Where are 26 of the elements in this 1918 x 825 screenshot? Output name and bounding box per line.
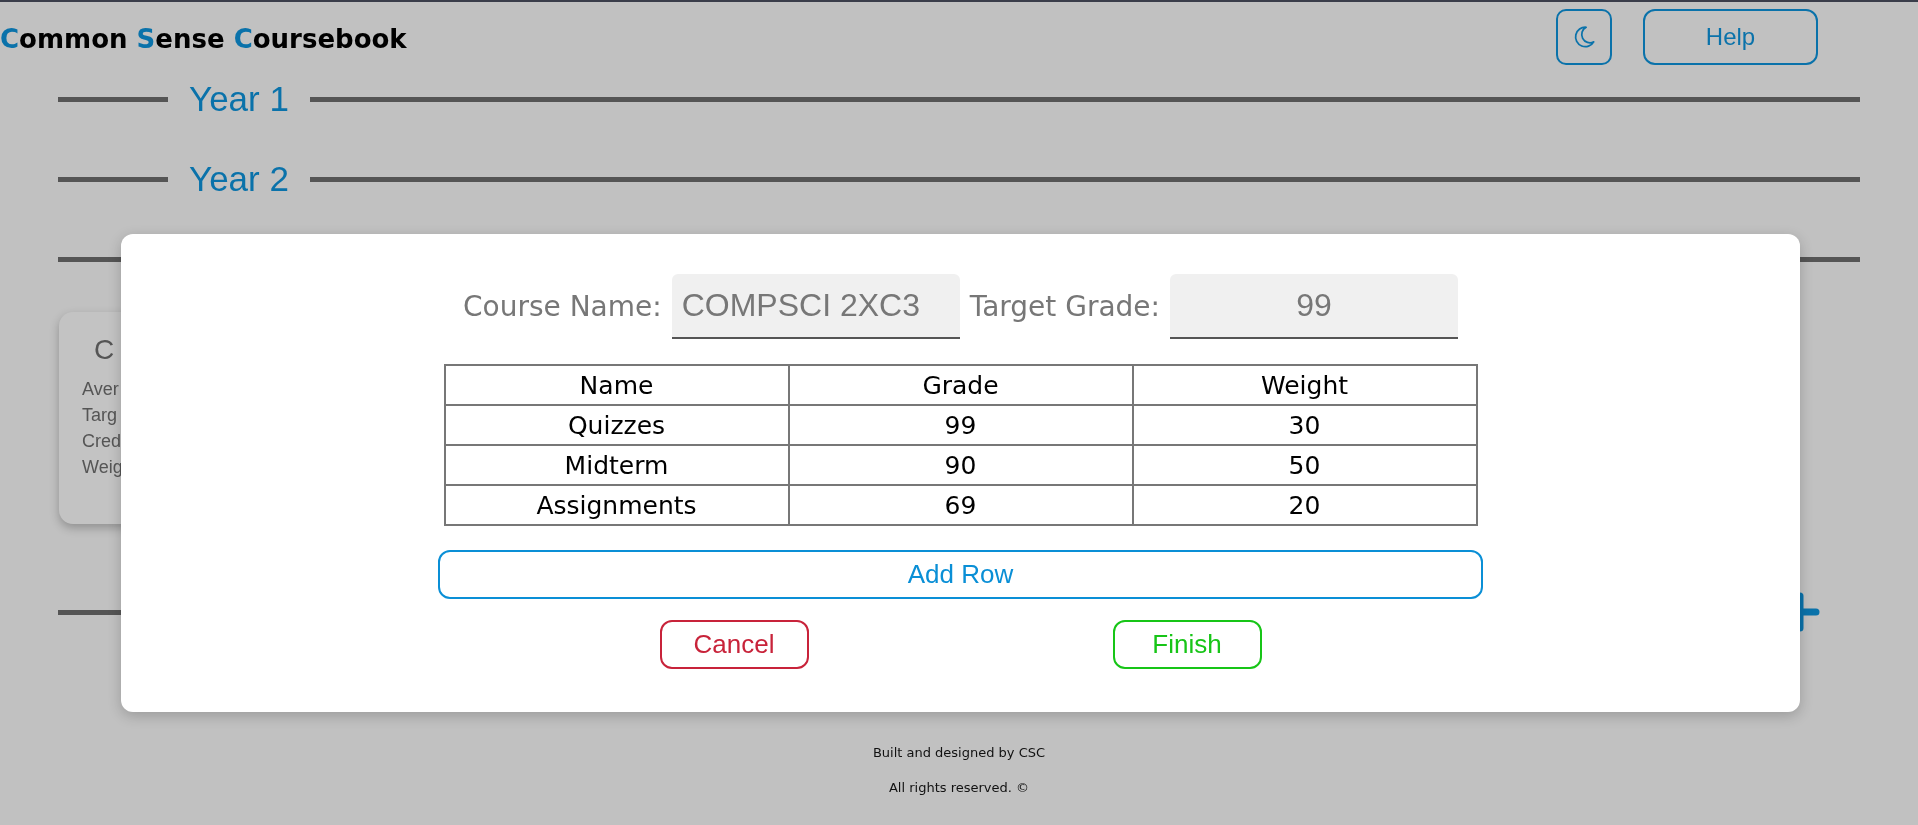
course-name-input[interactable]: COMPSCI 2XC3 [671,274,960,339]
table-cell[interactable]: 30 [1132,405,1477,445]
cancel-button[interactable]: Cancel [659,620,809,669]
table-cell[interactable]: Midterm [444,445,789,485]
table-cell[interactable]: 20 [1132,485,1477,525]
dark-mode-button[interactable] [1556,9,1612,65]
app-title: Common Sense Coursebook [0,23,407,54]
course-stat: Targ [82,404,118,427]
footer-text: All rights reserved. © [887,780,1031,797]
column-header: Grade [788,365,1133,405]
course-stat: Cred [82,430,122,453]
table-cell[interactable]: 99 [788,405,1133,445]
column-header: Name [444,365,789,405]
table-cell[interactable]: Assignments [444,485,789,525]
target-grade-input[interactable]: 99 [1170,274,1458,339]
add-row-button[interactable]: Add Row [438,550,1483,599]
table-cell[interactable]: 50 [1132,445,1477,485]
field-label: Course Name: [463,290,662,323]
table-cell[interactable]: 90 [788,445,1133,485]
field-label: Target Grade: [969,290,1160,323]
course-stat: Aver [82,378,120,401]
course-title: C [94,334,116,366]
table-cell[interactable]: Quizzes [444,405,789,445]
column-header: Weight [1132,365,1477,405]
footer-text: Built and designed by CSC [871,745,1047,762]
table-cell[interactable]: 69 [788,485,1133,525]
